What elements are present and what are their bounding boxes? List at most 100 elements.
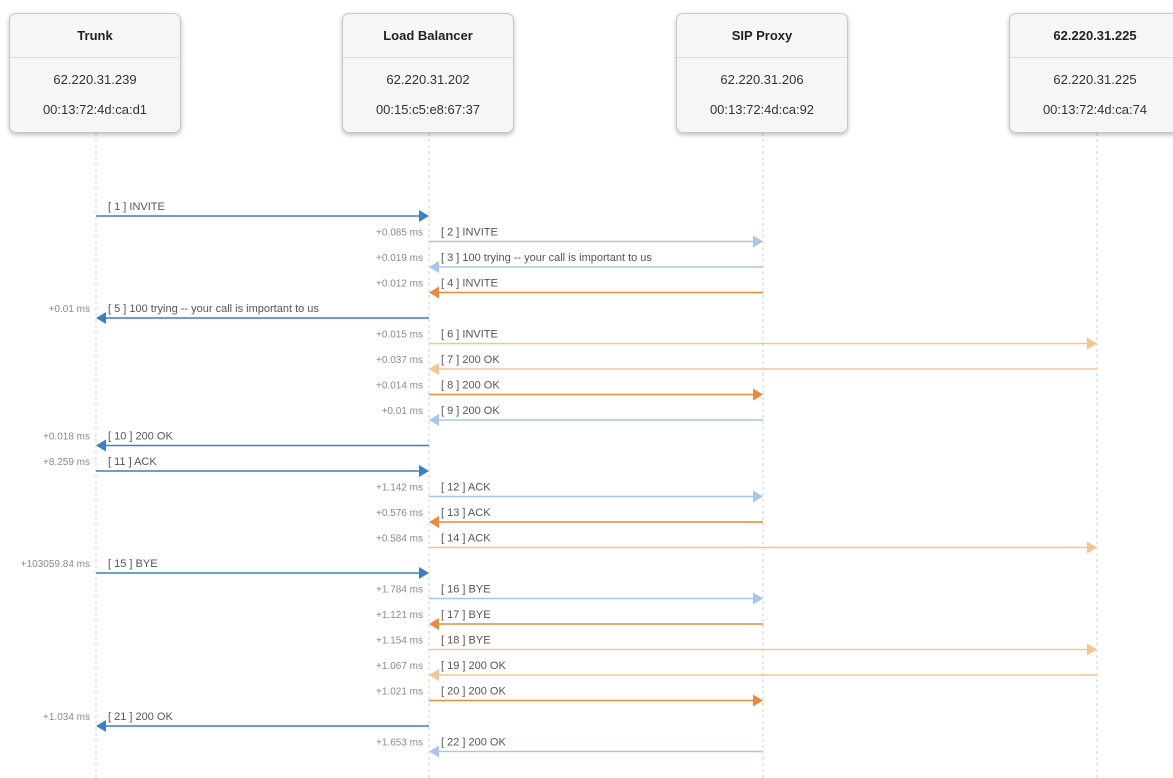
node-mac: 00:13:72:4d:ca:74 [1042,102,1148,117]
message-arrow[interactable]: [ 12 ] ACK +1.142 ms [376,482,763,503]
arrowhead-icon [96,720,106,732]
message-delta: +1.142 ms [376,483,423,494]
message-arrow[interactable]: [ 3 ] 100 trying -- your call is importa… [376,252,763,273]
node-title: SIP Proxy [677,14,847,58]
message-label: [ 4 ] INVITE [441,278,498,290]
arrowhead-icon [429,414,439,426]
message-label: [ 6 ] INVITE [441,329,498,341]
arrowhead-icon [429,669,439,681]
message-arrow[interactable]: [ 13 ] ACK +0.576 ms [376,507,763,528]
message-arrow[interactable]: [ 4 ] INVITE +0.012 ms [376,278,763,299]
message-delta: +0.584 ms [376,534,423,545]
node-title: Trunk [10,14,180,58]
node-mac: 00:13:72:4d:ca:d1 [42,102,148,117]
arrowhead-icon [1087,541,1097,554]
message-label: [ 21 ] 200 OK [108,711,173,723]
message-label: [ 10 ] 200 OK [108,431,173,443]
arrowhead-icon [96,439,106,452]
arrowhead-icon [753,592,763,605]
node-ip: 62.220.31.206 [720,72,804,87]
message-label: [ 20 ] 200 OK [441,686,506,698]
message-arrow[interactable]: [ 18 ] BYE +1.154 ms [376,635,1097,656]
message-arrow[interactable]: [ 1 ] INVITE [96,201,429,222]
message-label: [ 12 ] ACK [441,482,491,494]
arrowhead-icon [1087,643,1097,656]
message-delta: +0.014 ms [376,381,423,392]
message-label: [ 14 ] ACK [441,533,491,545]
arrowhead-icon [429,286,439,299]
message-label: [ 2 ] INVITE [441,227,498,239]
message-delta: +0.019 ms [376,253,423,264]
arrowhead-icon [419,465,429,477]
message-arrow[interactable]: [ 16 ] BYE +1.784 ms [376,584,763,605]
message-delta: +0.01 ms [49,304,90,315]
message-arrow[interactable]: [ 22 ] 200 OK +1.653 ms [376,737,763,758]
arrowhead-icon [429,261,439,273]
message-delta: +103059.84 ms [21,559,90,570]
message-label: [ 18 ] BYE [441,635,491,647]
message-label: [ 22 ] 200 OK [441,737,506,749]
arrowhead-icon [419,210,429,222]
arrowhead-icon [96,312,106,324]
message-label: [ 3 ] 100 trying -- your call is importa… [441,252,652,264]
arrowhead-icon [429,363,439,375]
node-trunk[interactable]: Trunk 62.220.31.239 00:13:72:4d:ca:d1 [9,13,181,133]
message-delta: +0.015 ms [376,330,423,341]
node-title: Load Balancer [343,14,513,58]
node-title: 62.220.31.225 [1010,14,1173,58]
message-label: [ 15 ] BYE [108,558,158,570]
message-delta: +1.653 ms [376,738,423,749]
arrowhead-icon [753,490,763,503]
message-arrow[interactable]: [ 21 ] 200 OK +1.034 ms [43,711,429,732]
message-delta: +1.121 ms [376,610,423,621]
message-label: [ 11 ] ACK [108,456,157,468]
message-label: [ 13 ] ACK [441,507,491,519]
message-delta: +1.067 ms [376,661,423,672]
arrowhead-icon [1087,337,1097,350]
message-delta: +8.259 ms [43,457,90,468]
node-ip: 62.220.31.202 [386,72,470,87]
message-delta: +0.576 ms [376,508,423,519]
message-arrow[interactable]: [ 11 ] ACK +8.259 ms [43,456,429,477]
message-label: [ 16 ] BYE [441,584,491,596]
node-load-balancer[interactable]: Load Balancer 62.220.31.202 00:15:c5:e8:… [342,13,514,133]
arrowhead-icon [753,235,763,248]
message-delta: +1.784 ms [376,585,423,596]
message-label: [ 5 ] 100 trying -- your call is importa… [108,303,319,315]
message-arrow[interactable]: [ 20 ] 200 OK +1.021 ms [376,686,763,707]
message-delta: +0.01 ms [382,406,423,417]
message-arrow[interactable]: [ 5 ] 100 trying -- your call is importa… [49,303,429,324]
message-label: [ 8 ] 200 OK [441,380,500,392]
sequence-diagram: [ 1 ] INVITE [ 2 ] INVITE +0.085 ms [ 3 ] 1… [0,0,1173,778]
message-label: [ 1 ] INVITE [108,201,165,213]
message-arrow[interactable]: [ 9 ] 200 OK +0.01 ms [382,405,763,426]
message-arrow[interactable]: [ 19 ] 200 OK +1.067 ms [376,660,1097,681]
node-sip-proxy[interactable]: SIP Proxy 62.220.31.206 00:13:72:4d:ca:9… [676,13,848,133]
message-arrow[interactable]: [ 2 ] INVITE +0.085 ms [376,227,763,248]
message-delta: +0.018 ms [43,432,90,443]
node-mac: 00:15:c5:e8:67:37 [375,102,481,117]
message-delta: +1.021 ms [376,687,423,698]
message-delta: +1.034 ms [43,712,90,723]
message-delta: +1.154 ms [376,636,423,647]
arrowhead-icon [419,567,429,579]
message-arrow[interactable]: [ 15 ] BYE +103059.84 ms [21,558,429,579]
message-arrow[interactable]: [ 10 ] 200 OK +0.018 ms [43,431,429,452]
message-arrow[interactable]: [ 17 ] BYE +1.121 ms [376,609,763,630]
message-label: [ 7 ] 200 OK [441,354,500,366]
node-62-220-31-225[interactable]: 62.220.31.225 62.220.31.225 00:13:72:4d:… [1009,13,1173,133]
message-arrow[interactable]: [ 8 ] 200 OK +0.014 ms [376,380,763,401]
message-arrow[interactable]: [ 7 ] 200 OK +0.037 ms [376,354,1097,375]
message-arrow[interactable]: [ 6 ] INVITE +0.015 ms [376,329,1097,350]
node-ip: 62.220.31.239 [53,72,137,87]
arrowhead-icon [429,618,439,630]
message-arrow[interactable]: [ 14 ] ACK +0.584 ms [376,533,1097,554]
arrowhead-icon [429,745,439,758]
node-ip: 62.220.31.225 [1053,72,1137,87]
arrowhead-icon [429,516,439,528]
message-label: [ 9 ] 200 OK [441,405,500,417]
message-delta: +0.012 ms [376,279,423,290]
message-delta: +0.037 ms [376,355,423,366]
arrowhead-icon [753,694,763,707]
arrowhead-icon [753,388,763,401]
